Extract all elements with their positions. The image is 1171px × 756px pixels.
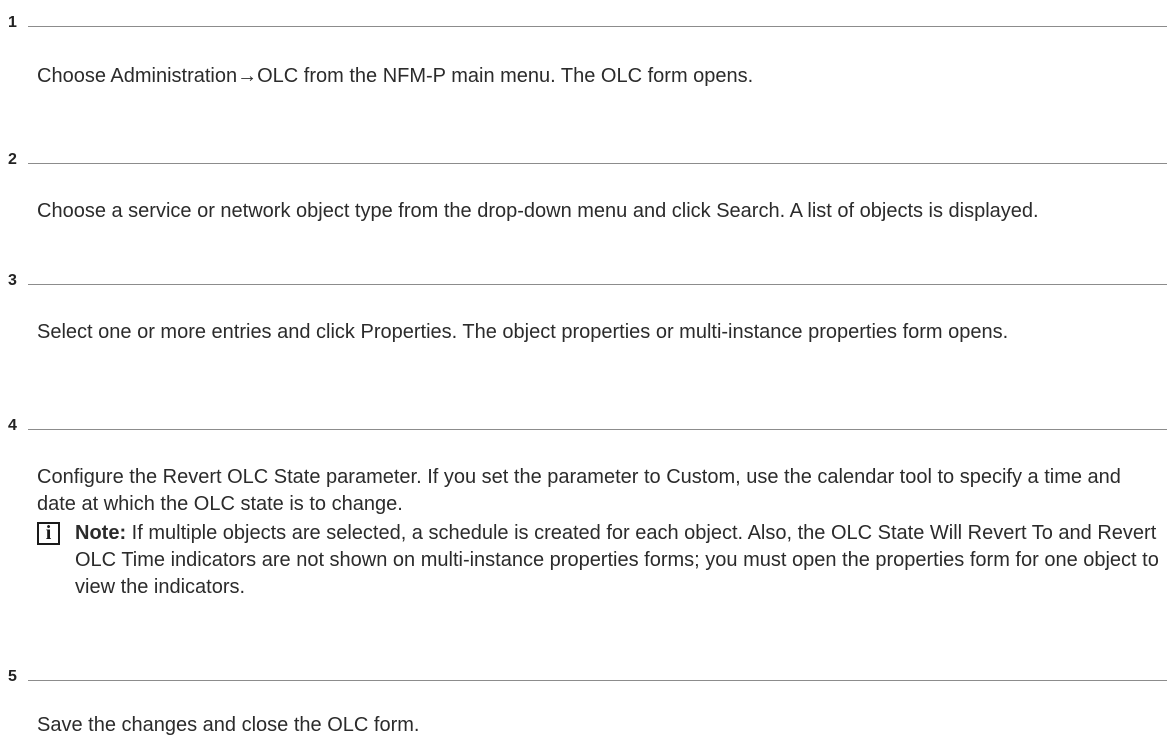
step-divider	[28, 26, 1167, 27]
step-divider	[28, 680, 1167, 681]
step-number: 1	[8, 14, 17, 31]
step-text: Save the changes and close the OLC form.	[37, 714, 420, 736]
note-callout: i Note: If multiple objects are selected…	[37, 520, 1159, 610]
step-number: 5	[8, 668, 17, 685]
step-text: Choose Administration→OLC from the NFM-P…	[37, 65, 754, 87]
step-divider	[28, 163, 1167, 164]
note-text: Note: If multiple objects are selected, …	[75, 520, 1165, 601]
step-text: Choose a service or network object type …	[37, 200, 1039, 222]
step-number: 4	[8, 417, 17, 434]
note-label: Note:	[75, 522, 127, 544]
step-text: Configure the Revert OLC State parameter…	[37, 466, 1121, 515]
step-number: 2	[8, 151, 17, 168]
info-icon: i	[37, 522, 60, 545]
step-divider	[28, 429, 1167, 430]
step-divider	[28, 284, 1167, 285]
step-number: 3	[8, 272, 17, 289]
step-text: Select one or more entries and click Pro…	[37, 321, 1009, 343]
note-body: If multiple objects are selected, a sche…	[75, 522, 1159, 598]
